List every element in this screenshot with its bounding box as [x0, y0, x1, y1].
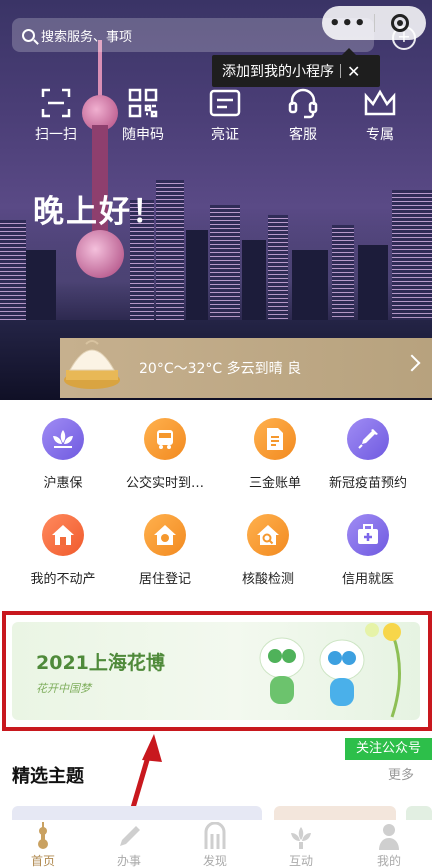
profile-icon: [346, 820, 432, 850]
tab-home[interactable]: 首页: [0, 820, 86, 868]
home-tower-icon: [0, 820, 86, 850]
tab-interact[interactable]: 互动: [258, 820, 344, 868]
pen-icon: [86, 820, 172, 850]
tab-services[interactable]: 办事: [86, 820, 172, 868]
tab-discover[interactable]: 发现: [172, 820, 258, 868]
theme-card[interactable]: [12, 806, 262, 820]
theme-card[interactable]: [274, 806, 396, 820]
tab-label: 发现: [202, 854, 227, 868]
interact-icon: [258, 820, 344, 850]
theme-card[interactable]: [406, 806, 432, 820]
section-title: 精选主题: [12, 766, 84, 787]
more-link[interactable]: 更多: [388, 764, 414, 783]
bottom-tab-bar: 首页 办事 发现 互动 我的: [0, 820, 432, 868]
tab-label: 办事: [116, 854, 141, 868]
tab-label: 首页: [30, 854, 55, 868]
follow-official-account-button[interactable]: 关注公众号: [345, 738, 432, 760]
tab-label: 互动: [288, 854, 313, 868]
discover-icon: [172, 820, 258, 850]
tab-profile[interactable]: 我的: [346, 820, 432, 868]
tab-label: 我的: [376, 854, 401, 868]
